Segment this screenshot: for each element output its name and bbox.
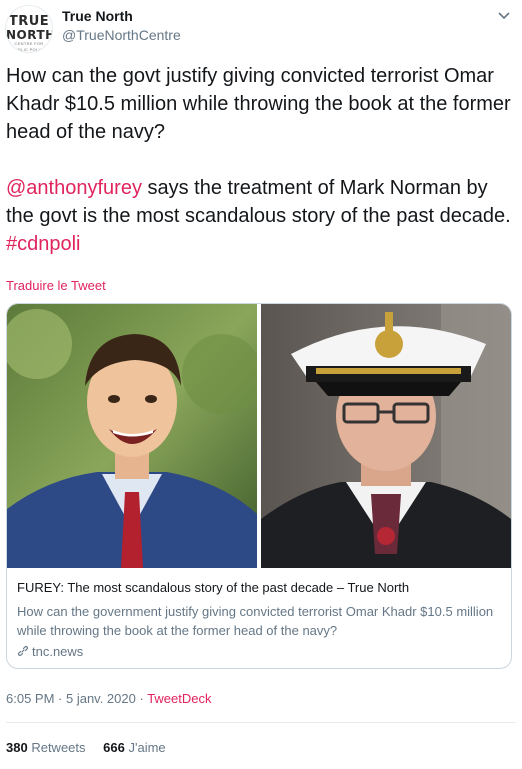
meta-separator: · bbox=[135, 691, 148, 706]
divider bbox=[6, 722, 516, 723]
card-photo-right bbox=[261, 304, 511, 568]
card-image bbox=[7, 304, 511, 568]
avatar-logo-line2: NORTH bbox=[6, 28, 53, 42]
card-photo-left bbox=[7, 304, 257, 568]
likes-stat[interactable]: 666 J'aime bbox=[103, 740, 166, 755]
display-name[interactable]: True North bbox=[62, 8, 133, 24]
card-domain[interactable]: tnc.news bbox=[17, 644, 83, 659]
likes-label: J'aime bbox=[128, 740, 166, 755]
avatar-logo-line3: CENTRE FOR PUBLIC POLICY bbox=[11, 41, 47, 52]
tweet-date[interactable]: 5 janv. 2020 bbox=[66, 691, 136, 706]
meta-separator: · bbox=[54, 691, 66, 706]
link-icon bbox=[17, 645, 29, 657]
card-title[interactable]: FUREY: The most scandalous story of the … bbox=[17, 580, 503, 595]
avatar-logo-line1: TRUE bbox=[8, 14, 50, 29]
tweet-paragraph-1: How can the govt justify giving convicte… bbox=[6, 65, 511, 143]
chevron-down-icon[interactable] bbox=[494, 6, 514, 26]
tweet-time[interactable]: 6:05 PM bbox=[6, 691, 54, 706]
link-card[interactable]: FUREY: The most scandalous story of the … bbox=[6, 303, 512, 669]
mention-link[interactable]: @anthonyfurey bbox=[6, 177, 142, 199]
translate-tweet-link[interactable]: Traduire le Tweet bbox=[6, 278, 106, 293]
tweet-text: How can the govt justify giving convicte… bbox=[6, 62, 516, 258]
tweet-header: TRUE NORTH CENTRE FOR PUBLIC POLICY True… bbox=[0, 0, 522, 56]
tweet-meta: 6:05 PM · 5 janv. 2020 · TweetDeck bbox=[6, 691, 212, 706]
retweets-label: Retweets bbox=[31, 740, 86, 755]
hashtag-link[interactable]: #cdnpoli bbox=[6, 233, 81, 255]
card-domain-text: tnc.news bbox=[32, 644, 84, 659]
card-description: How can the government justify giving co… bbox=[17, 604, 494, 638]
user-handle[interactable]: @TrueNorthCentre bbox=[62, 27, 181, 43]
tweet-stats: 380 Retweets 666 J'aime bbox=[6, 740, 180, 755]
retweets-count: 380 bbox=[6, 740, 28, 755]
avatar[interactable]: TRUE NORTH CENTRE FOR PUBLIC POLICY bbox=[5, 5, 53, 53]
tweet-source-link[interactable]: TweetDeck bbox=[147, 691, 211, 706]
tweet-paragraph-2: @anthonyfurey says the treatment of Mark… bbox=[6, 174, 516, 258]
likes-count: 666 bbox=[103, 740, 125, 755]
retweets-stat[interactable]: 380 Retweets bbox=[6, 740, 86, 755]
